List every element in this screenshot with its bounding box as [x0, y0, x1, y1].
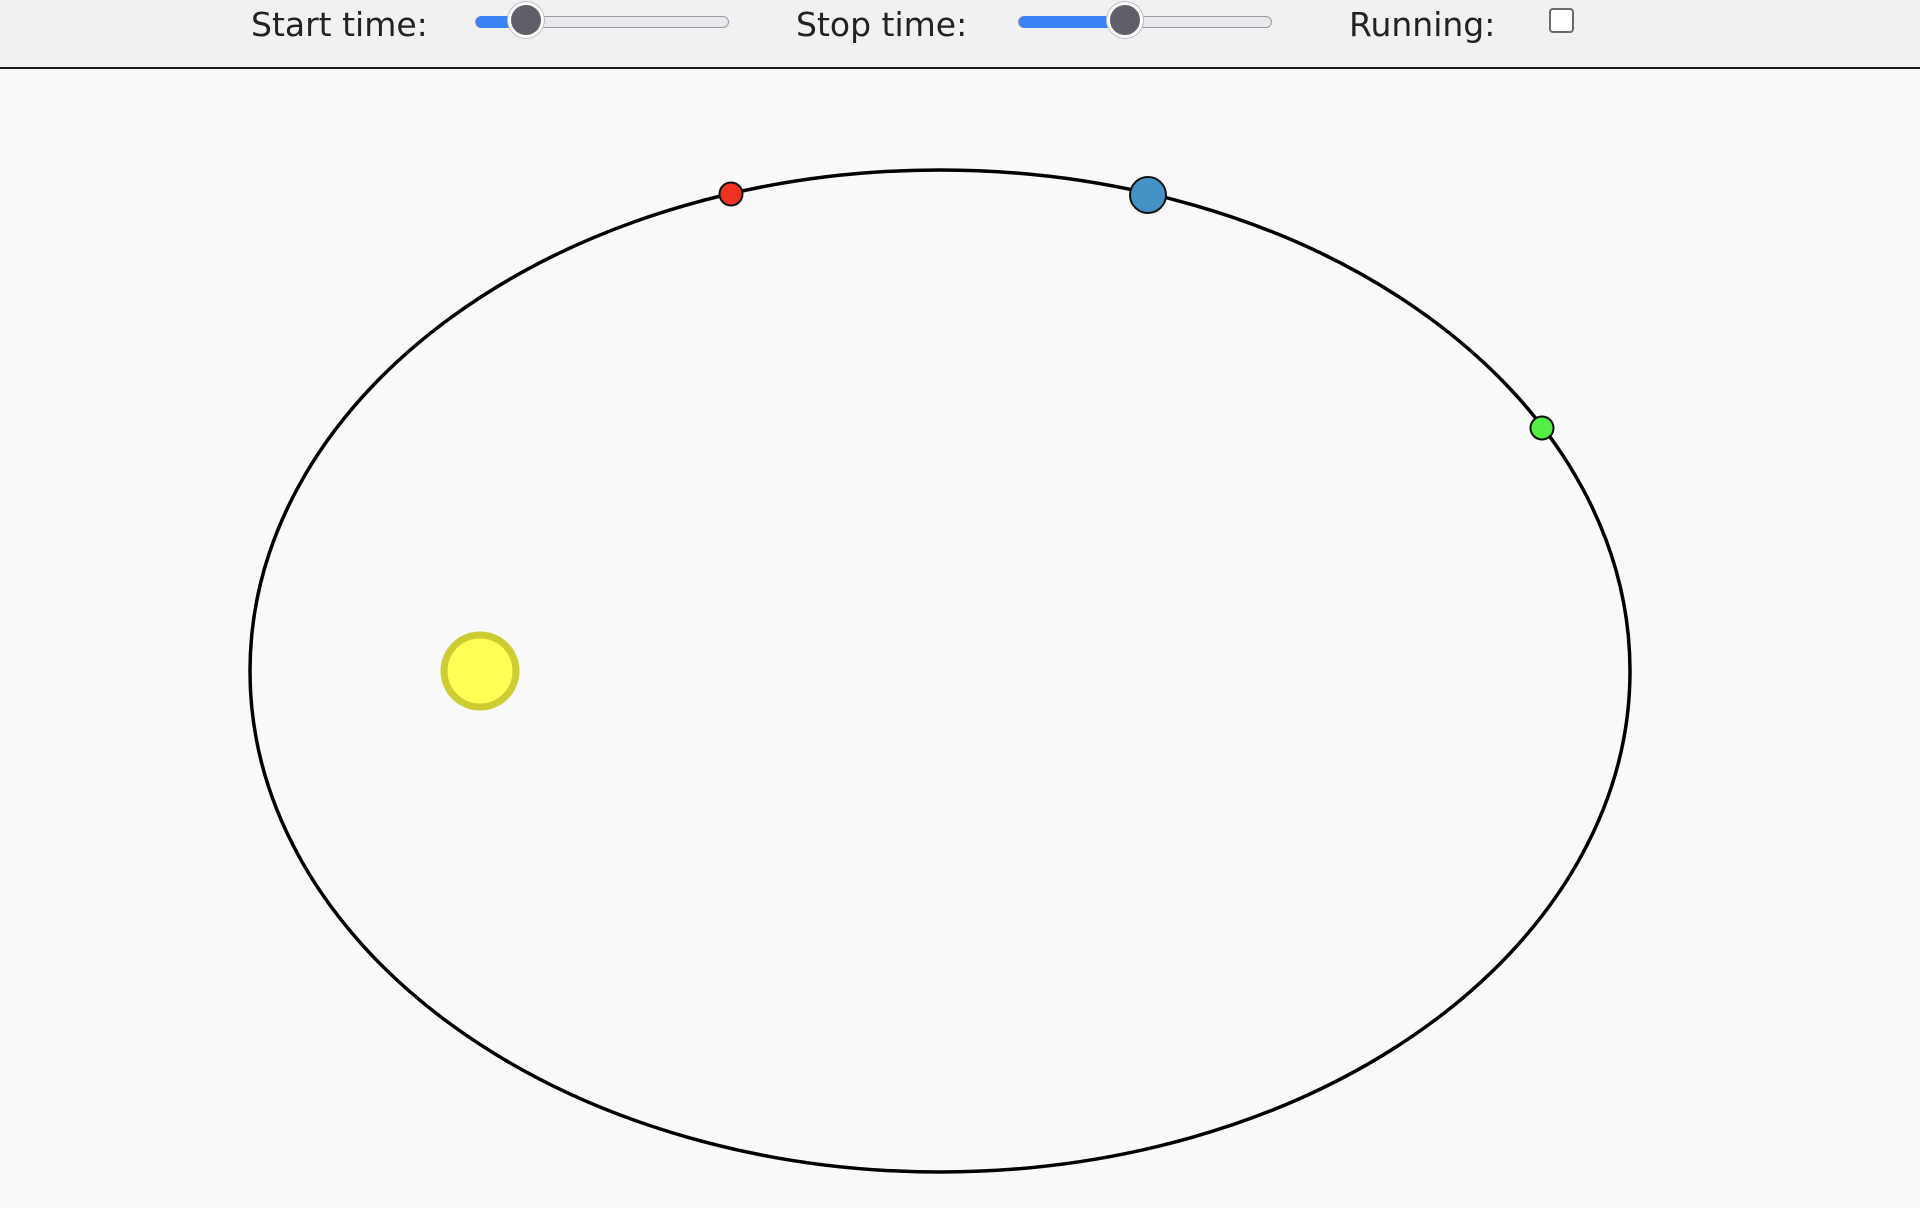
stop-marker — [1529, 415, 1555, 441]
running-label: Running: — [1349, 5, 1496, 44]
toolbar: Start time: Stop time: Running: — [0, 0, 1920, 69]
stop-time-label: Stop time: — [796, 5, 968, 44]
stop-time-slider-thumb[interactable] — [1106, 2, 1143, 38]
stop-time-slider[interactable] — [1018, 2, 1272, 38]
start-time-slider-thumb[interactable] — [508, 2, 545, 38]
running-checkbox[interactable] — [1549, 8, 1574, 33]
start-time-label: Start time: — [251, 5, 428, 44]
start-time-slider[interactable] — [475, 2, 729, 38]
sun — [440, 631, 520, 711]
start-marker — [718, 181, 744, 207]
orbit-diagram — [248, 168, 1632, 1174]
planet — [1129, 176, 1167, 214]
orbit-canvas — [0, 69, 1920, 1204]
